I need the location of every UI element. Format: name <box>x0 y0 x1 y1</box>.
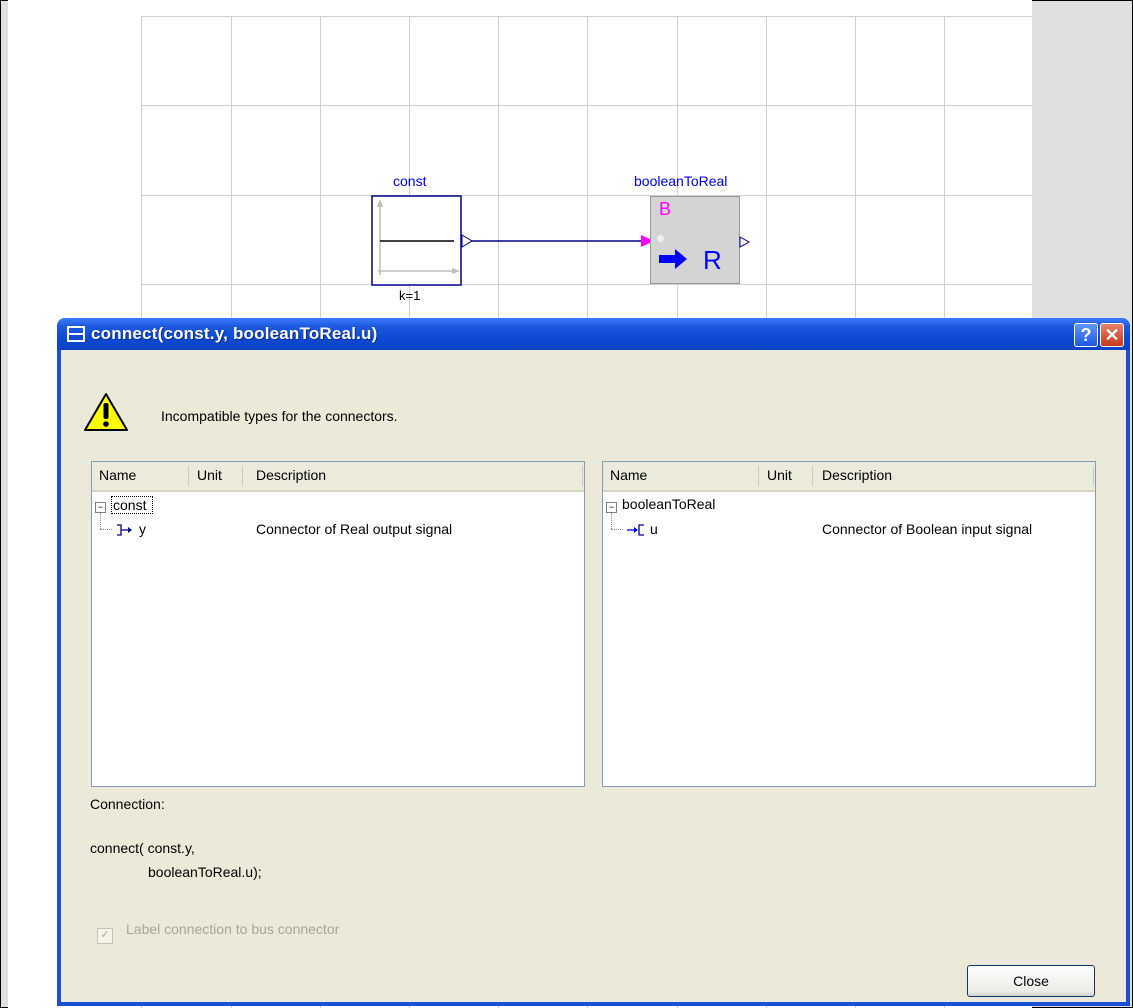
bus-connector-checkbox-label: Label connection to bus connector <box>126 921 340 937</box>
tree-item-y[interactable]: y <box>139 521 146 537</box>
left-connector-tree[interactable]: Name Unit Description − const y Connecto… <box>91 461 585 787</box>
column-divider[interactable] <box>1093 466 1094 486</box>
dialog-title: connect(const.y, booleanToReal.u) <box>91 324 378 343</box>
arrow-right-icon <box>659 249 687 269</box>
tree-connector-line <box>611 529 623 531</box>
real-out-letter: R <box>703 245 722 275</box>
right-connector-tree[interactable]: Name Unit Description − booleanToReal u … <box>602 461 1096 787</box>
grid-line <box>141 284 1032 285</box>
output-port-icon[interactable] <box>739 236 751 248</box>
close-button[interactable]: Close <box>967 965 1095 997</box>
boolean-to-real-block-name: booleanToReal <box>634 173 728 189</box>
boolean-input-connector-icon <box>627 524 644 536</box>
column-unit[interactable]: Unit <box>197 467 222 483</box>
help-button[interactable]: ? <box>1074 323 1098 347</box>
input-port-dot <box>657 235 664 242</box>
column-divider[interactable] <box>582 466 583 486</box>
grid-line <box>141 105 1032 106</box>
connect-dialog: connect(const.y, booleanToReal.u) ? ✕ In… <box>57 318 1130 1006</box>
tree-connector-line <box>100 513 102 529</box>
grid-line <box>141 195 1032 196</box>
warning-message: Incompatible types for the connectors. <box>161 408 398 424</box>
column-divider[interactable] <box>812 466 813 486</box>
column-name[interactable]: Name <box>99 467 136 483</box>
column-divider[interactable] <box>188 466 189 486</box>
real-output-connector-icon <box>117 524 132 536</box>
warning-icon <box>84 393 128 431</box>
titlebar-close-button[interactable]: ✕ <box>1100 323 1124 347</box>
tree-item-booleanToReal[interactable]: booleanToReal <box>622 496 715 512</box>
tree-item-u[interactable]: u <box>650 521 658 537</box>
boolean-in-letter: B <box>659 199 672 219</box>
collapse-icon[interactable]: − <box>606 502 617 513</box>
tree-item-y-description: Connector of Real output signal <box>256 521 453 537</box>
dialog-app-icon <box>67 326 85 342</box>
right-tree-header: Name Unit Description <box>603 462 1095 492</box>
connection-label: Connection: <box>90 796 165 812</box>
dialog-titlebar[interactable]: connect(const.y, booleanToReal.u) ? ✕ <box>57 318 1130 350</box>
connection-code-line2: booleanToReal.u); <box>148 864 262 880</box>
connection-wire[interactable] <box>471 235 656 249</box>
grid-line <box>141 16 1032 17</box>
const-block[interactable] <box>370 195 480 290</box>
tree-connector-line <box>611 513 613 529</box>
column-description[interactable]: Description <box>822 467 892 483</box>
column-divider[interactable] <box>758 466 759 486</box>
bus-connector-checkbox[interactable]: ✓ <box>97 928 113 944</box>
column-unit[interactable]: Unit <box>767 467 792 483</box>
column-description[interactable]: Description <box>256 467 326 483</box>
dialog-body: Incompatible types for the connectors. N… <box>61 350 1126 1002</box>
tree-item-const[interactable]: const <box>111 496 154 514</box>
left-tree-header: Name Unit Description <box>92 462 584 492</box>
connection-code-line1: connect( const.y, <box>90 840 195 856</box>
collapse-icon[interactable]: − <box>95 502 106 513</box>
const-param-label: k=1 <box>399 288 421 303</box>
column-divider[interactable] <box>242 466 243 486</box>
const-block-name: const <box>393 173 427 189</box>
column-name[interactable]: Name <box>610 467 647 483</box>
tree-connector-line <box>100 529 112 531</box>
boolean-to-real-block[interactable]: B R <box>650 196 740 284</box>
tree-item-u-description: Connector of Boolean input signal <box>822 521 1033 537</box>
